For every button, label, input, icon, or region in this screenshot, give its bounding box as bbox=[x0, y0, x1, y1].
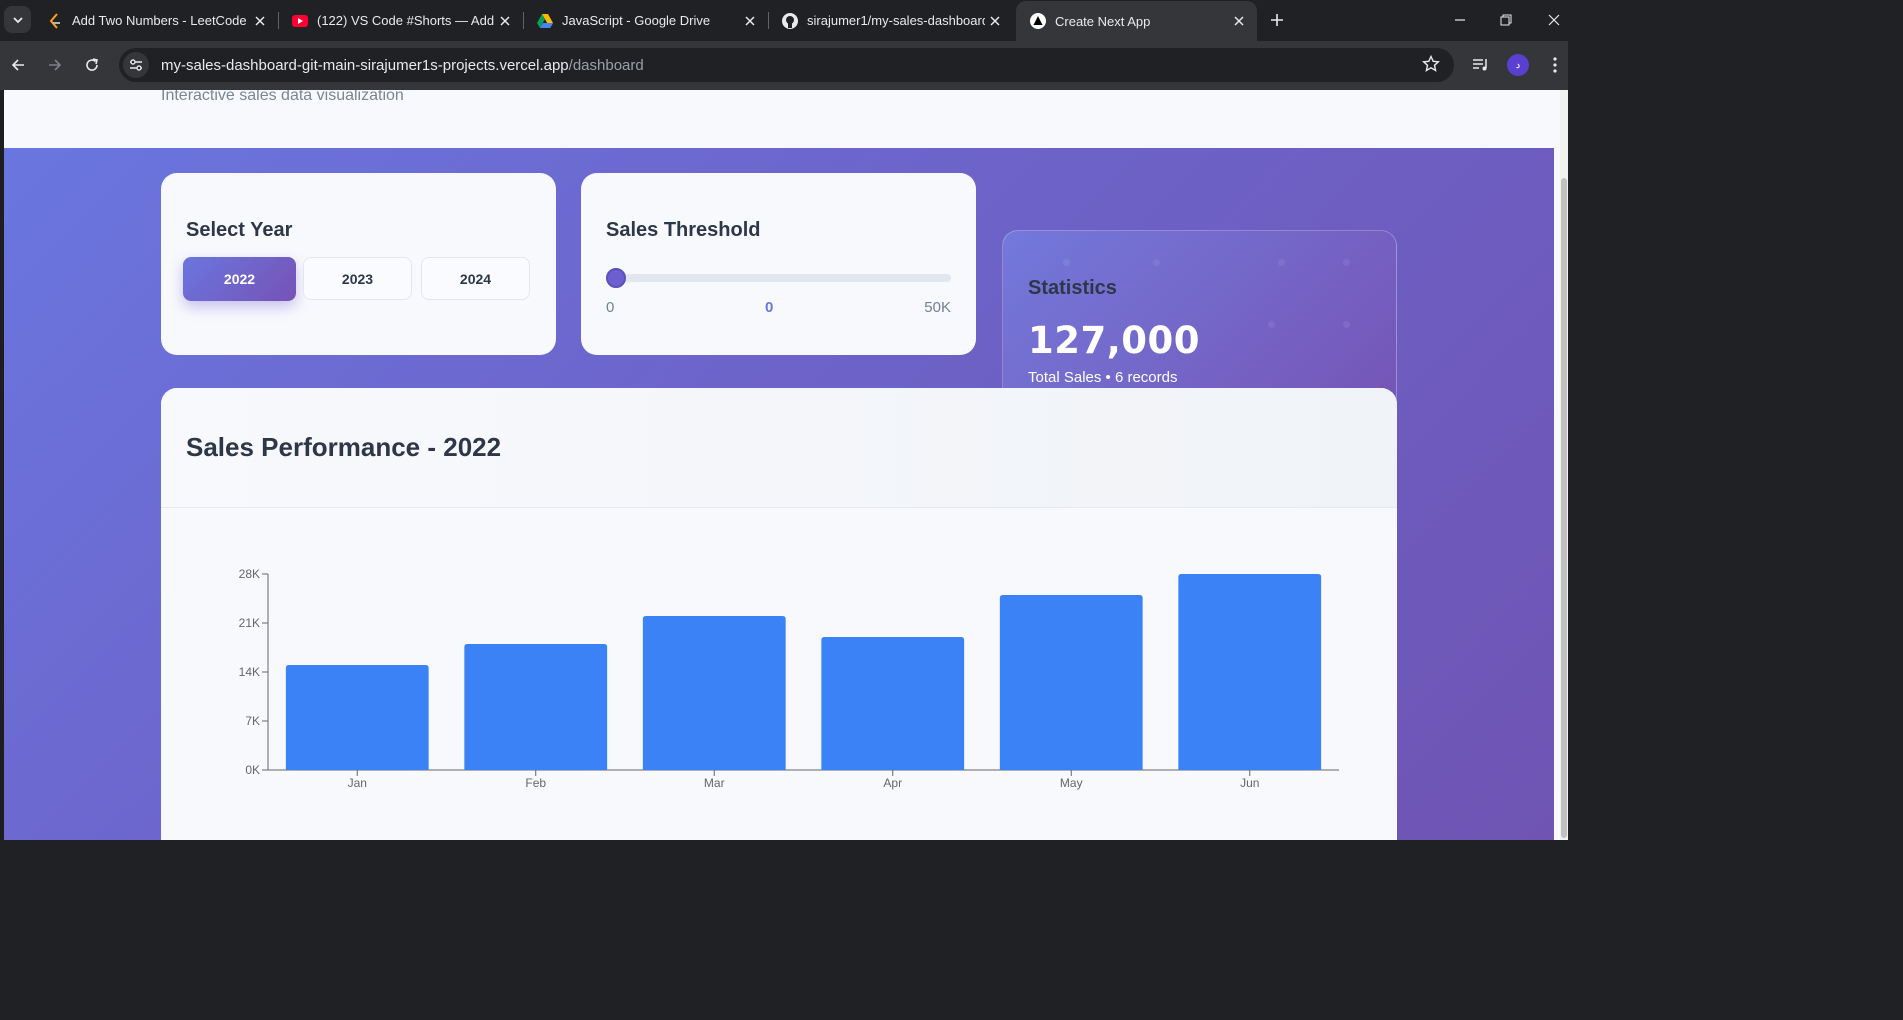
y-tick-label: 21K bbox=[239, 616, 260, 630]
close-tab-icon[interactable] bbox=[1229, 11, 1249, 31]
tab-leetcode[interactable]: Add Two Numbers - LeetCode bbox=[33, 0, 278, 41]
tune-icon bbox=[130, 59, 142, 71]
minimize-icon bbox=[1455, 19, 1465, 21]
close-window-button[interactable] bbox=[1542, 8, 1566, 32]
sales-threshold-card: Sales Threshold 0 0 50K bbox=[581, 173, 976, 355]
back-button[interactable] bbox=[6, 53, 30, 77]
restore-button[interactable] bbox=[1494, 8, 1518, 32]
url-text[interactable]: my-sales-dashboard-git-main-sirajumer1s-… bbox=[161, 57, 644, 74]
reload-button[interactable] bbox=[80, 53, 104, 77]
new-tab-button[interactable] bbox=[1266, 9, 1288, 31]
x-tick-label: Jun bbox=[1240, 776, 1259, 790]
google-drive-icon bbox=[537, 13, 553, 29]
arrow-right-icon bbox=[49, 59, 62, 71]
chevron-down-icon bbox=[12, 16, 23, 23]
tab-title: Add Two Numbers - LeetCode bbox=[72, 13, 247, 28]
tab-google-drive[interactable]: JavaScript - Google Drive bbox=[523, 0, 768, 41]
threshold-max-label: 50K bbox=[924, 299, 951, 316]
arrow-left-icon bbox=[11, 59, 24, 71]
site-info-button[interactable] bbox=[123, 52, 149, 78]
tab-search-button[interactable] bbox=[4, 6, 31, 33]
total-sales-value: 127,000 bbox=[1028, 319, 1201, 362]
decorative-dot bbox=[1063, 259, 1070, 266]
close-icon bbox=[1548, 14, 1560, 26]
profile-avatar[interactable]: د bbox=[1507, 54, 1529, 76]
close-tab-icon[interactable] bbox=[985, 11, 1005, 31]
sales-chart-card: Sales Performance - 2022 0K 7K 14K 21K 28K Ja… bbox=[161, 388, 1397, 840]
nextjs-icon bbox=[1030, 13, 1046, 29]
threshold-slider-handle[interactable] bbox=[606, 268, 626, 288]
threshold-title: Sales Threshold bbox=[606, 219, 761, 241]
x-tick-label: Mar bbox=[704, 776, 725, 790]
tab-title: sirajumer1/my-sales-dashboard bbox=[807, 13, 985, 28]
media-controls-icon[interactable] bbox=[1469, 53, 1493, 77]
year-button-2023[interactable]: 2023 bbox=[303, 257, 412, 300]
sales-bar-chart: 0K 7K 14K 21K 28K Jan Feb Mar Apr May Jun bbox=[239, 567, 1339, 790]
x-tick-label: Jan bbox=[348, 776, 367, 790]
bar-jun bbox=[1178, 574, 1322, 770]
decorative-dot bbox=[1343, 321, 1350, 328]
y-tick-label: 28K bbox=[239, 567, 260, 581]
y-tick-label: 7K bbox=[245, 714, 260, 728]
x-tick-label: Apr bbox=[883, 776, 902, 790]
dashboard-hero: Select Year 2022 2023 2024 Sales Thresho… bbox=[4, 148, 1554, 840]
bar-apr bbox=[821, 637, 965, 770]
tab-strip: Add Two Numbers - LeetCode (122) VS Code… bbox=[0, 0, 1568, 41]
decorative-dot bbox=[1153, 259, 1160, 266]
tab-github[interactable]: sirajumer1/my-sales-dashboard bbox=[768, 0, 1013, 41]
statistics-title: Statistics bbox=[1028, 277, 1117, 299]
close-tab-icon[interactable] bbox=[495, 11, 515, 31]
bar-may bbox=[999, 595, 1143, 770]
close-tab-icon[interactable] bbox=[250, 11, 270, 31]
url-host: my-sales-dashboard-git-main-sirajumer1s-… bbox=[161, 56, 569, 74]
bar-jan bbox=[285, 665, 429, 770]
year-button-2022[interactable]: 2022 bbox=[183, 257, 296, 301]
dashboard-page: Interactive sales data visualization Sel… bbox=[4, 90, 1562, 840]
github-icon bbox=[782, 12, 798, 29]
url-path: /dashboard bbox=[568, 56, 644, 74]
page-subtitle: Interactive sales data visualization bbox=[161, 90, 404, 104]
reload-icon bbox=[86, 58, 98, 71]
threshold-current-value: 0 bbox=[765, 299, 774, 316]
decorative-dot bbox=[1343, 259, 1350, 266]
minimize-button[interactable] bbox=[1448, 8, 1472, 32]
tab-title: Create Next App bbox=[1055, 13, 1151, 29]
restore-icon bbox=[1500, 14, 1512, 26]
decorative-dot bbox=[1278, 259, 1285, 266]
chart-header: Sales Performance - 2022 bbox=[161, 388, 1397, 508]
year-button-2024[interactable]: 2024 bbox=[421, 257, 530, 300]
more-menu-icon[interactable] bbox=[1543, 53, 1567, 77]
threshold-slider-track[interactable] bbox=[606, 274, 951, 282]
bar-mar bbox=[642, 616, 786, 770]
page-scrollbar[interactable] bbox=[1560, 90, 1568, 840]
threshold-min-label: 0 bbox=[606, 299, 615, 316]
chart-title: Sales Performance - 2022 bbox=[186, 432, 502, 462]
close-tab-icon[interactable] bbox=[740, 11, 760, 31]
leetcode-icon bbox=[47, 12, 63, 29]
decorative-dot bbox=[1268, 321, 1275, 328]
total-sales-caption: Total Sales • 6 records bbox=[1028, 369, 1178, 386]
tab-title: JavaScript - Google Drive bbox=[562, 13, 711, 28]
x-tick-label: May bbox=[1060, 776, 1083, 790]
tab-youtube[interactable]: (122) VS Code #Shorts — Add n bbox=[278, 0, 523, 41]
forward-button[interactable] bbox=[43, 53, 67, 77]
y-tick-label: 0K bbox=[245, 763, 260, 777]
scrollbar-thumb[interactable] bbox=[1561, 178, 1567, 838]
bookmark-star-icon[interactable] bbox=[1421, 54, 1441, 78]
x-tick-label: Feb bbox=[525, 776, 546, 790]
address-bar[interactable]: my-sales-dashboard-git-main-sirajumer1s-… bbox=[119, 48, 1454, 82]
page-viewport: Interactive sales data visualization Sel… bbox=[0, 90, 1568, 840]
statistics-card: Statistics 127,000 Total Sales • 6 recor… bbox=[1002, 230, 1397, 412]
tab-create-next-app[interactable]: Create Next App bbox=[1016, 1, 1257, 41]
tab-title: (122) VS Code #Shorts — Add n bbox=[317, 13, 495, 28]
plus-icon bbox=[1271, 14, 1283, 26]
youtube-icon bbox=[292, 13, 308, 29]
year-selector-card: Select Year 2022 2023 2024 bbox=[161, 173, 556, 355]
y-tick-label: 14K bbox=[239, 665, 260, 679]
year-selector-title: Select Year bbox=[186, 219, 293, 241]
bar-feb bbox=[464, 644, 608, 770]
